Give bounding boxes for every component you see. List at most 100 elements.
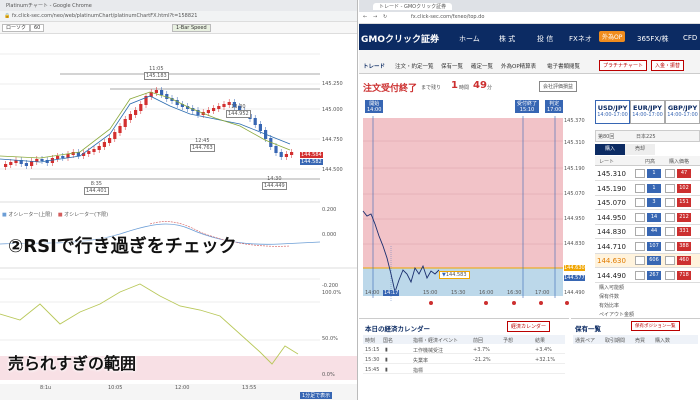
right-url[interactable]: fx.click-sec.com/fxneo/top.do	[411, 14, 484, 20]
subnav-orders[interactable]: 注文・約定一覧	[395, 62, 434, 70]
time-axis-3: 13:55	[242, 385, 257, 391]
osc-scale-0: 0.200	[322, 207, 337, 213]
deposit-button[interactable]: 入金・振替	[651, 60, 685, 71]
qty-input-buy[interactable]	[635, 183, 645, 193]
speed-label[interactable]: 1-Bar Speed	[172, 24, 211, 32]
left-url[interactable]: fx.click-sec.com/neo/web/platinumChart/p…	[12, 13, 197, 19]
calendar-row: 15:15 ▮ 工作機械受注 +3.7% +3.4%	[363, 345, 565, 354]
qty-input-sell[interactable]	[665, 169, 675, 178]
timeframe-select[interactable]: 60	[30, 24, 45, 32]
rate-row[interactable]: 145.190 1 102	[595, 181, 700, 196]
nav-fxneo[interactable]: FXネオ	[569, 34, 592, 44]
buy-count[interactable]: 44	[647, 227, 661, 236]
gmo-logo[interactable]: GMOクリック証券	[361, 32, 439, 45]
qty-input-buy[interactable]	[635, 256, 645, 265]
qty-input-sell[interactable]	[665, 270, 675, 280]
sell-count[interactable]: 151	[677, 198, 691, 207]
sell-tab[interactable]: 売却	[625, 144, 655, 155]
nav-funds[interactable]: 投 信	[537, 34, 553, 44]
pair-gbpjpy[interactable]: GBP/JPY 14:00-17:00	[665, 100, 700, 124]
flag-icon: ▮	[385, 367, 388, 373]
candle	[97, 146, 101, 150]
qty-input-sell[interactable]	[665, 241, 675, 251]
forward-icon[interactable]: →	[373, 14, 377, 20]
status-hours-unit: 時間	[459, 85, 470, 91]
qty-input-sell[interactable]	[665, 227, 675, 236]
sell-count[interactable]: 718	[677, 270, 691, 280]
rate-row[interactable]: 144.710 107 388	[595, 239, 700, 254]
rate-row[interactable]: 145.070 3 151	[595, 196, 700, 210]
sell-count[interactable]: 212	[677, 212, 691, 222]
holdings-header: 通貨ペア 取引期間 売買 購入数	[573, 335, 698, 344]
nav-fxop[interactable]: 外為OP	[599, 31, 626, 42]
buy-count[interactable]: 1	[647, 183, 661, 193]
rate-row[interactable]: 144.630 606 460	[595, 254, 700, 268]
qty-input-sell[interactable]	[665, 256, 675, 265]
buy-count[interactable]: 107	[647, 241, 661, 251]
subnav-settlement[interactable]: 外為OP精算表	[501, 62, 536, 70]
sell-count[interactable]: 331	[677, 227, 691, 236]
rate-row[interactable]: 144.830 44 331	[595, 225, 700, 239]
sell-count[interactable]: 102	[677, 183, 691, 193]
platinum-chart-button[interactable]: プラチナチャート	[599, 60, 647, 71]
cal-event: 工作機械受注	[413, 348, 444, 354]
subnav-settled[interactable]: 確定一覧	[471, 62, 493, 70]
round-row: 第80回 日本225	[595, 130, 700, 142]
calendar-button[interactable]: 経済カレンダー	[507, 321, 551, 332]
rsi-scale-3: 0.0%	[322, 372, 335, 378]
flag-icon: ▮	[385, 347, 388, 353]
sell-count[interactable]: 47	[677, 169, 691, 178]
rate-row[interactable]: 144.950 14 212	[595, 210, 700, 225]
status-hours: 1	[451, 80, 458, 91]
qty-input-buy[interactable]	[635, 227, 645, 236]
subnav-trade[interactable]: トレード	[363, 62, 385, 70]
qty-input-sell[interactable]	[665, 183, 675, 193]
price-scale-1: 145.000	[322, 107, 343, 113]
nav-home[interactable]: ホーム	[459, 34, 480, 44]
qty-input-buy[interactable]	[635, 270, 645, 280]
chart-type-select[interactable]: ローソク	[2, 24, 31, 32]
nav-cfd[interactable]: CFD	[683, 34, 697, 42]
qty-input-buy[interactable]	[635, 169, 645, 178]
status-minutes-unit: 分	[487, 85, 493, 91]
nikkei-tab[interactable]: 日本225	[636, 133, 656, 140]
buy-count[interactable]: 267	[647, 270, 661, 280]
qty-input-sell[interactable]	[665, 198, 675, 207]
timeframe-hint[interactable]: 1分足で表示	[300, 392, 333, 399]
price-scale-3: 144.500	[322, 167, 343, 173]
buy-count[interactable]: 606	[647, 256, 661, 265]
left-address-bar[interactable]: 🔒 fx.click-sec.com/neo/web/platinumChart…	[0, 11, 357, 22]
buy-count[interactable]: 14	[647, 212, 661, 222]
pair-eurjpy[interactable]: EUR/JPY 14:00-17:00	[630, 100, 665, 124]
cal-time: 15:30	[365, 357, 380, 363]
pair-usdjpy[interactable]: USD/JPY 14:00-17:00	[595, 100, 630, 124]
buy-count[interactable]: 3	[647, 198, 661, 207]
sell-count[interactable]: 460	[677, 256, 691, 265]
nav-stocks[interactable]: 株 式	[499, 34, 515, 44]
qty-input-buy[interactable]	[635, 212, 645, 222]
qty-input-sell[interactable]	[665, 212, 675, 222]
qty-input-buy[interactable]	[635, 241, 645, 251]
holdings-btn-1[interactable]: 保有ポジション一覧	[631, 321, 680, 331]
right-tab[interactable]: トレード - GMOクリック証券	[373, 3, 453, 10]
reload-icon[interactable]: ↻	[383, 14, 387, 20]
rate-row[interactable]: 145.310 1 47	[595, 167, 700, 181]
subnav-holdings[interactable]: 保有一覧	[441, 62, 463, 70]
right-address-bar[interactable]: ← → ↻ fx.click-sec.com/fxneo/top.do	[359, 12, 700, 24]
sell-count[interactable]: 388	[677, 241, 691, 251]
buy-count[interactable]: 1	[647, 169, 661, 178]
nav-365fx[interactable]: 365FX/株	[637, 34, 669, 44]
cal-prev: -21.2%	[473, 357, 491, 363]
time-axis-1: 10:05	[108, 385, 123, 391]
left-window-title: Platinumチャート - Google Chrome	[6, 3, 92, 9]
holdings-panel: 保有一覧 保有ポジション一覧 通貨ペア 取引期間 売買 購入数	[571, 318, 700, 400]
back-icon[interactable]: ←	[363, 14, 367, 20]
buy-tab[interactable]: 購入	[595, 144, 625, 155]
qty-input-buy[interactable]	[635, 198, 645, 207]
assets-button[interactable]: 会社評価損益	[539, 81, 578, 92]
open-badge: 開始 14:00	[365, 100, 384, 113]
subnav-documents[interactable]: 電子書類閲覧	[547, 62, 580, 70]
rate-row[interactable]: 144.490 267 718	[595, 268, 700, 283]
calendar-row: 15:45 ▮ 指標	[363, 365, 565, 374]
calendar-header: 時刻 国名 指標・経済イベント 前回 予想 結果	[363, 335, 565, 344]
